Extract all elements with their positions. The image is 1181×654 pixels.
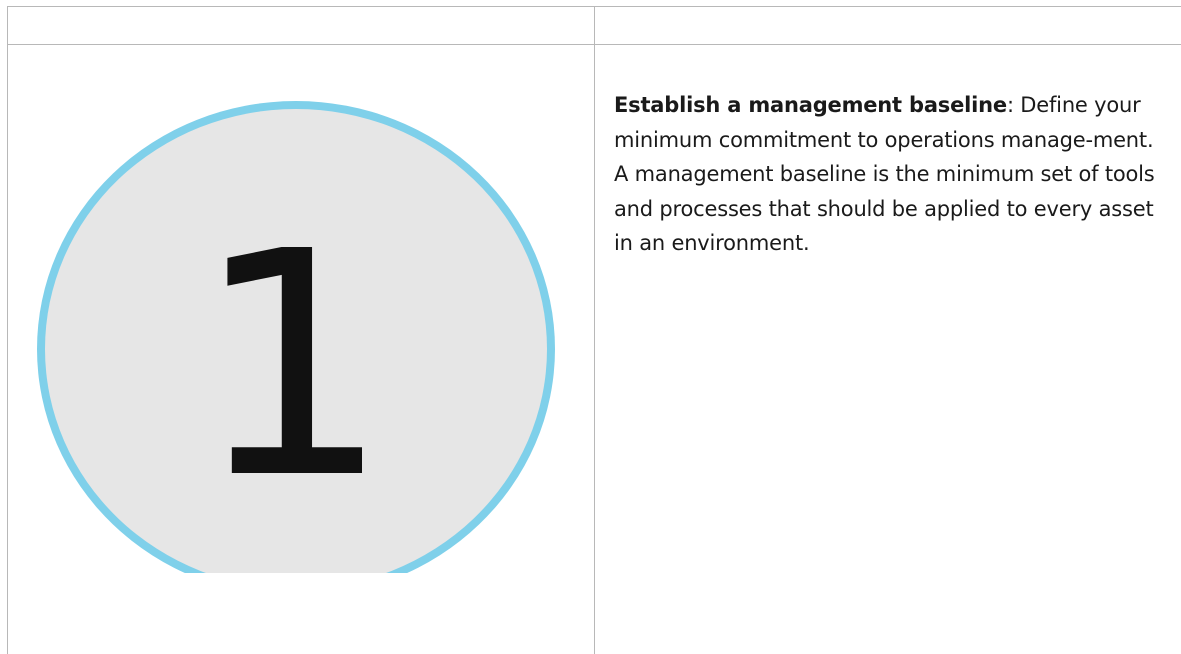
step-title: Establish a management baseline bbox=[614, 93, 1007, 117]
title-separator: : bbox=[1006, 93, 1014, 117]
step-number: 1 bbox=[193, 186, 390, 547]
step-number-circle-icon: 1 bbox=[30, 45, 558, 573]
step-description-cell: Establish a management baseline: Define … bbox=[614, 88, 1164, 261]
header-cell-text bbox=[595, 7, 1181, 44]
content-table: 1 Establish a management baseline: Defin… bbox=[0, 0, 1181, 654]
step-description: Define your minimum commitment to operat… bbox=[614, 93, 1155, 255]
header-cell-image bbox=[8, 7, 594, 44]
column-divider bbox=[594, 6, 595, 654]
